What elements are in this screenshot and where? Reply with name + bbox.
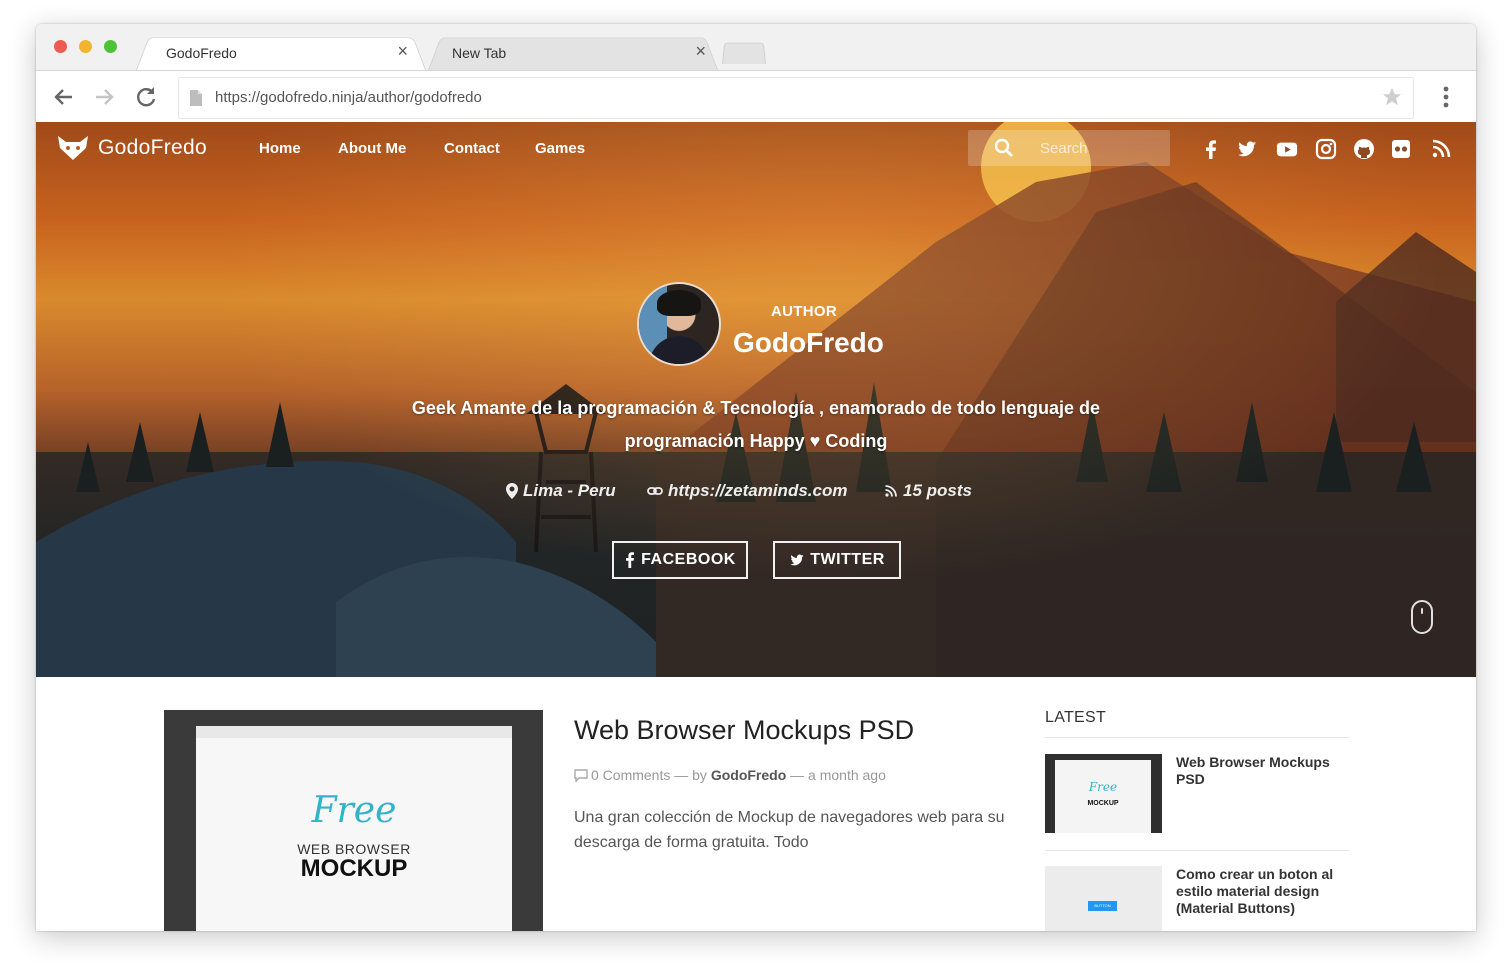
nav-contact[interactable]: Contact: [444, 140, 500, 157]
rss-icon: [885, 485, 897, 497]
site-logo[interactable]: GodoFredo: [56, 134, 207, 162]
author-name: GodoFredo: [733, 327, 884, 358]
browser-toolbar: https://godofredo.ninja/author/godofredo: [36, 70, 1476, 123]
post-by: — by: [674, 767, 707, 783]
sidebar-item-thumbnail[interactable]: BUTTON: [1045, 866, 1162, 931]
back-button[interactable]: [50, 83, 78, 111]
facebook-button[interactable]: FACEBOOK: [612, 541, 748, 579]
post-thumbnail[interactable]: Free WEB BROWSER MOCKUP: [164, 710, 543, 931]
sidebar-title: LATEST: [1045, 709, 1107, 726]
instagram-icon[interactable]: [1315, 138, 1337, 160]
twitter-icon[interactable]: [1236, 138, 1258, 160]
facebook-icon[interactable]: [1200, 138, 1222, 160]
fox-logo-icon: [58, 136, 88, 160]
post-title[interactable]: Web Browser Mockups PSD: [574, 715, 914, 746]
nav-about-me[interactable]: About Me: [338, 140, 406, 157]
website-text: https://zetaminds.com: [668, 481, 848, 500]
divider: [1045, 737, 1349, 738]
close-window-button[interactable]: [54, 40, 67, 53]
flickr-icon[interactable]: [1390, 138, 1412, 160]
nav-home[interactable]: Home: [259, 140, 301, 157]
page-viewport: GodoFredo Home About Me Contact Games Se…: [36, 122, 1476, 931]
bio-line-2: programación Happy ♥ Coding: [624, 431, 888, 451]
twitter-button[interactable]: TWITTER: [773, 541, 901, 579]
browser-menu-button[interactable]: [1434, 83, 1458, 111]
search-icon: [994, 138, 1013, 157]
link-icon: [647, 487, 663, 495]
author-bio: Geek Amante de la programación & Tecnolo…: [406, 392, 1106, 458]
address-bar[interactable]: https://godofredo.ninja/author/godofredo: [178, 77, 1414, 119]
reload-icon: [137, 87, 156, 107]
scroll-down-mouse-icon[interactable]: [1411, 600, 1433, 634]
tab-title: GodoFredo: [166, 45, 237, 61]
sidebar-item-title[interactable]: Web Browser Mockups PSD: [1176, 754, 1346, 788]
author-hero: GodoFredo Home About Me Contact Games Se…: [36, 122, 1476, 677]
location-text: Lima - Peru: [523, 481, 616, 500]
posts-text: 15 posts: [903, 481, 972, 500]
site-logo-text: GodoFredo: [98, 136, 207, 159]
search-input[interactable]: [1040, 130, 1160, 166]
forward-button[interactable]: [90, 83, 118, 111]
twitter-button-label: TWITTER: [810, 551, 885, 568]
thumb-free-text: Free: [311, 790, 397, 831]
new-tab-button[interactable]: [722, 40, 766, 64]
site-navbar: GodoFredo Home About Me Contact Games: [36, 122, 1476, 174]
twitter-icon: [790, 554, 804, 566]
site-search: [968, 130, 1170, 166]
map-pin-icon: [506, 483, 518, 499]
post-meta: 0 Comments — by GodoFredo — a month ago: [574, 767, 886, 783]
bio-line-1: Geek Amante de la programación & Tecnolo…: [411, 398, 1101, 418]
author-website-link[interactable]: https://zetaminds.com: [647, 481, 847, 501]
tab-new-tab[interactable]: New Tab ×: [428, 34, 718, 70]
bookmark-star-icon[interactable]: [1381, 86, 1403, 108]
author-location: Lima - Peru: [506, 481, 616, 501]
author-label: AUTHOR: [771, 303, 837, 320]
arrow-left-icon: [54, 89, 72, 105]
close-tab-icon[interactable]: ×: [397, 41, 408, 62]
sidebar-item-thumbnail[interactable]: Free MOCKUP: [1045, 754, 1162, 833]
youtube-icon[interactable]: [1275, 138, 1299, 160]
more-vertical-icon: [1443, 86, 1449, 108]
zoom-window-button[interactable]: [104, 40, 117, 53]
facebook-button-label: FACEBOOK: [641, 551, 736, 568]
post-comments[interactable]: 0 Comments: [591, 767, 670, 783]
nav-games[interactable]: Games: [535, 140, 585, 157]
post-author[interactable]: GodoFredo: [711, 767, 786, 783]
rss-icon[interactable]: [1430, 138, 1452, 160]
comment-icon: [574, 768, 588, 782]
divider: [1045, 850, 1349, 851]
author-post-count: 15 posts: [884, 481, 972, 501]
page-icon: [190, 90, 202, 106]
arrow-right-icon: [96, 89, 114, 105]
github-icon[interactable]: [1353, 138, 1375, 160]
tab-godofredo[interactable]: GodoFredo ×: [136, 34, 426, 70]
sidebar-thumb-free-text: Free: [1088, 780, 1118, 794]
url-text: https://godofredo.ninja/author/godofredo: [215, 89, 482, 106]
sidebar-thumb-button-text: BUTTON: [1088, 901, 1117, 911]
browser-window: GodoFredo × New Tab × https://godofredo.…: [36, 24, 1476, 931]
facebook-icon: [626, 552, 635, 568]
tab-title: New Tab: [452, 45, 507, 61]
sidebar-item-title[interactable]: Como crear un boton al estilo material d…: [1176, 866, 1346, 917]
reload-button[interactable]: [132, 83, 160, 111]
post-excerpt: Una gran colección de Mockup de navegado…: [574, 809, 1005, 851]
tab-bar: GodoFredo × New Tab ×: [36, 24, 1476, 70]
minimize-window-button[interactable]: [79, 40, 92, 53]
close-tab-icon[interactable]: ×: [695, 41, 706, 62]
sidebar-thumb-mockup-text: MOCKUP: [1087, 800, 1119, 807]
post-time: — a month ago: [790, 767, 886, 783]
thumb-mockup-text: MOCKUP: [300, 855, 408, 882]
